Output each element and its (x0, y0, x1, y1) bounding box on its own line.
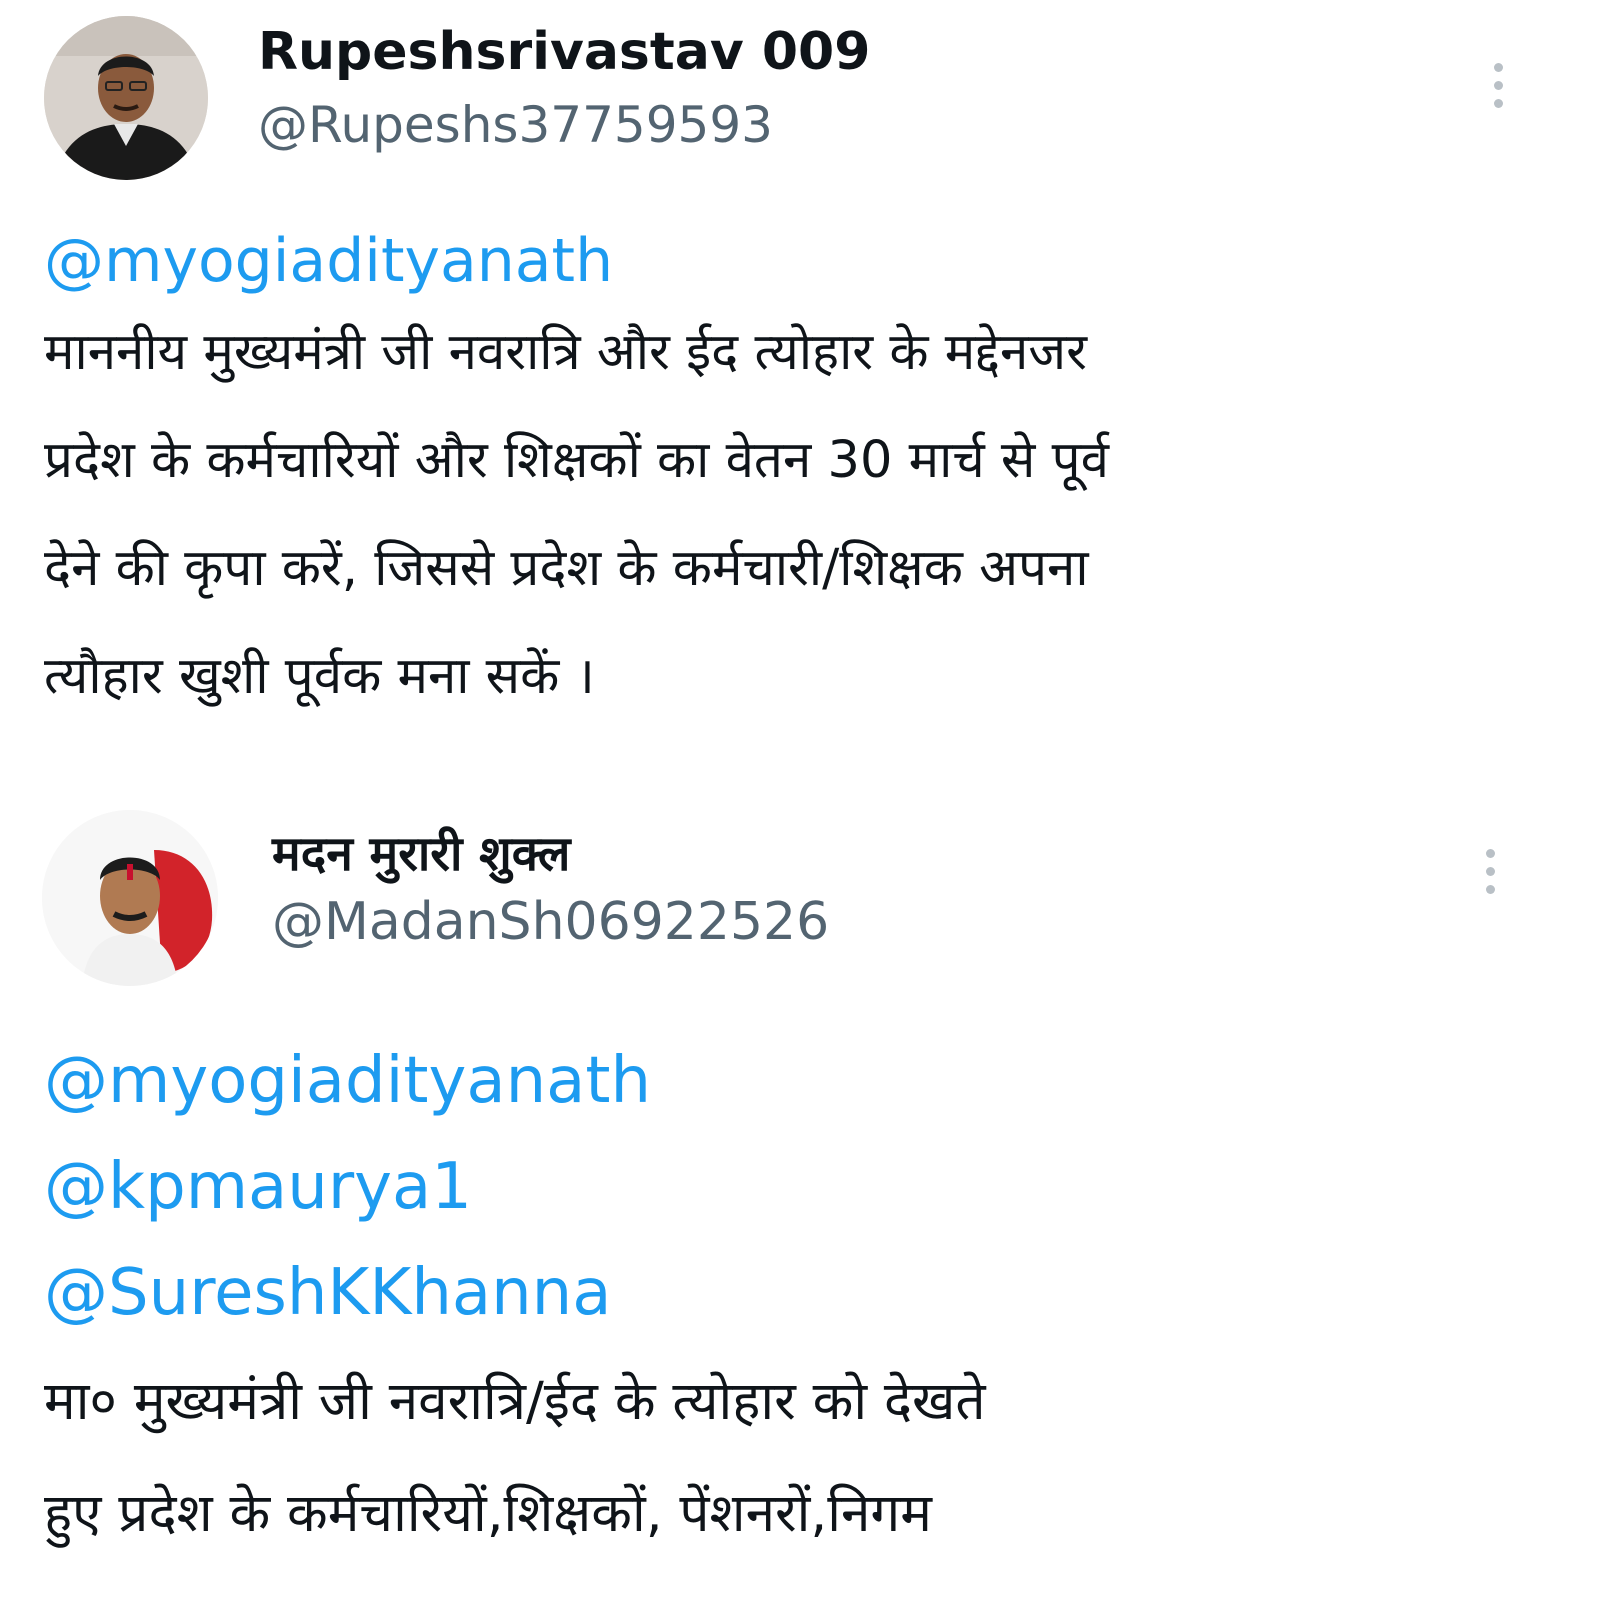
user-photo-avatar-icon (42, 810, 218, 986)
mention-link[interactable]: @SureshKKhanna (44, 1240, 1540, 1346)
user-photo-avatar-icon (44, 16, 208, 180)
tweet-text-line: देने की कृपा करें, जिससे प्रदेश के कर्मच… (44, 539, 1089, 598)
more-vertical-icon-dot (1493, 80, 1503, 90)
mention-link[interactable]: @myogiadityanath (44, 1028, 1540, 1134)
user-handle[interactable]: @Rupeshs37759593 (258, 96, 773, 154)
profile-avatar[interactable] (42, 810, 218, 986)
more-options-button[interactable] (1478, 40, 1518, 130)
tweet-card: Rupeshsrivastav 009 @Rupeshs37759593 @my… (0, 0, 1600, 800)
mention-link[interactable]: @kpmaurya1 (44, 1134, 1540, 1240)
tweet-text-line: मा० मुख्यमंत्री जी नवरात्रि/ईद के त्योहा… (44, 1371, 986, 1432)
tweet-text-line: प्रदेश के कर्मचारियों और शिक्षकों का वेत… (44, 431, 1109, 490)
more-options-button[interactable] (1470, 826, 1510, 916)
more-vertical-icon-dot (1493, 98, 1503, 108)
tweet-text-line: माननीय मुख्यमंत्री जी नवरात्रि और ईद त्य… (44, 323, 1087, 382)
more-vertical-icon (1493, 62, 1503, 72)
more-vertical-icon-dot (1485, 866, 1495, 876)
tweet-text: @myogiadityanath माननीय मुख्यमंत्री जी न… (44, 225, 1540, 731)
user-handle[interactable]: @MadanSh06922526 (272, 892, 829, 952)
more-vertical-icon-dot (1485, 884, 1495, 894)
tweet-card: मदन मुरारी शुक्ल @MadanSh06922526 @myogi… (0, 800, 1600, 1600)
profile-avatar[interactable] (44, 16, 208, 180)
more-vertical-icon (1485, 848, 1495, 858)
display-name[interactable]: मदन मुरारी शुक्ल (272, 820, 570, 885)
tweet-text-line: त्यौहार खुशी पूर्वक मना सकें । (44, 647, 595, 706)
display-name[interactable]: Rupeshsrivastav 009 (258, 22, 870, 82)
tweet-text-line: हुए प्रदेश के कर्मचारियों,शिक्षकों, पेंश… (44, 1483, 932, 1544)
tweet-text: @myogiadityanath @kpmaurya1 @SureshKKhan… (44, 1028, 1540, 1570)
mention-link[interactable]: @myogiadityanath (44, 225, 1540, 297)
